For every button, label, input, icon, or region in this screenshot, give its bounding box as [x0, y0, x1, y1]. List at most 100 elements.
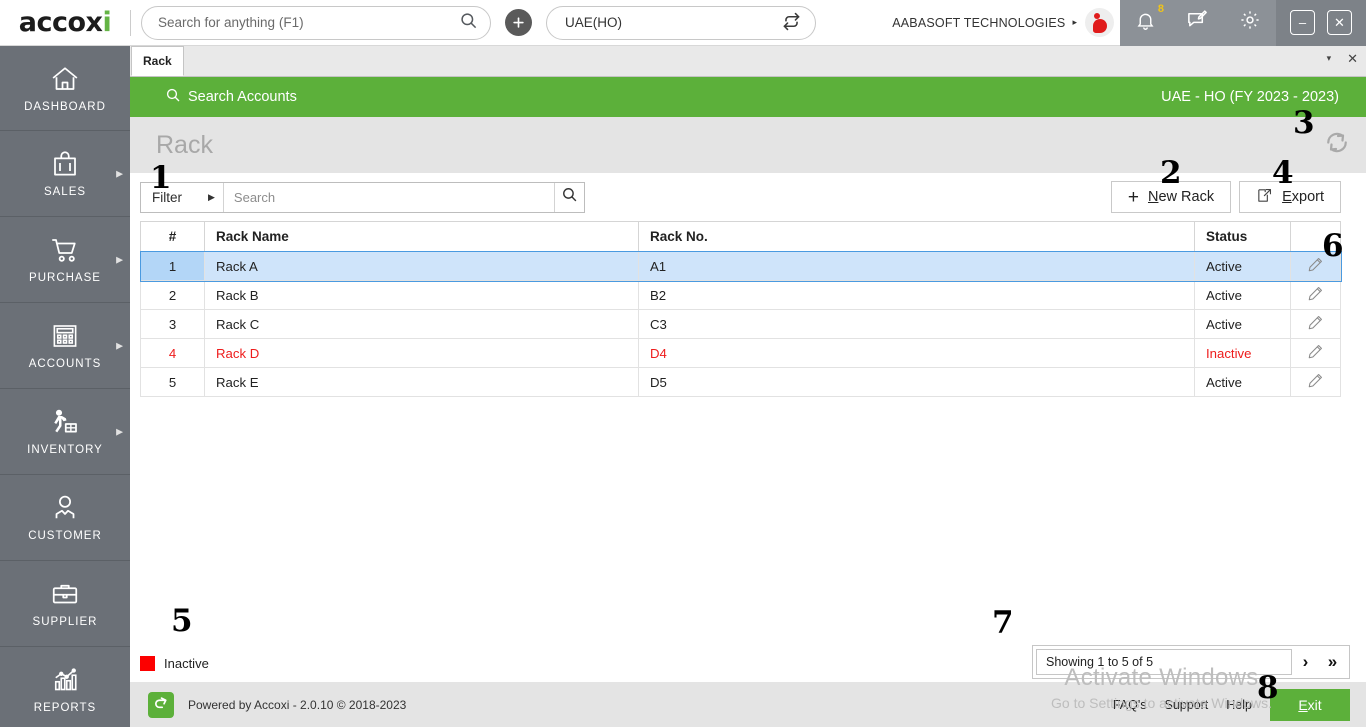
sidebar-item-supplier[interactable]: SUPPLIER — [0, 561, 130, 647]
cell-status: Active — [1194, 251, 1291, 281]
cell-index: 1 — [140, 251, 205, 281]
cell-rack-name: Rack A — [204, 251, 639, 281]
pencil-edit-icon[interactable] — [1307, 372, 1324, 392]
new-rack-accesskey: N — [1147, 189, 1159, 205]
quick-add-button[interactable] — [505, 9, 532, 36]
cell-actions — [1290, 309, 1341, 339]
exit-accesskey: E — [1298, 696, 1308, 713]
pencil-edit-icon[interactable] — [1307, 314, 1324, 334]
legend-inactive: Inactive — [140, 656, 209, 671]
cell-actions — [1290, 338, 1341, 368]
sidebar-item-accounts[interactable]: ACCOUNTS ▶ — [0, 303, 130, 389]
sidebar-item-label: DASHBOARD — [24, 100, 106, 113]
avatar[interactable] — [1085, 8, 1114, 37]
column-header-status[interactable]: Status — [1194, 221, 1291, 252]
search-accounts-bar: Search Accounts UAE - HO (FY 2023 - 2023… — [130, 77, 1366, 117]
calculator-icon — [50, 321, 80, 351]
notification-badge: 8 — [1157, 2, 1164, 15]
tab-close-icon[interactable]: ✕ — [1347, 52, 1358, 65]
search-accounts-label: Search Accounts — [188, 89, 297, 105]
icon-tray: 8 — [1120, 0, 1276, 46]
export-label: Export — [1282, 189, 1324, 205]
sidebar-item-label: ACCOUNTS — [28, 358, 102, 370]
tab-list-caret-icon[interactable]: ▾ — [1327, 53, 1332, 64]
last-page-button[interactable]: » — [1319, 648, 1346, 676]
app-logo: accox i — [0, 0, 130, 46]
sidebar-item-sales[interactable]: SALES ▶ — [0, 131, 130, 217]
app-logo-text: accox — [18, 7, 103, 38]
pencil-edit-icon[interactable] — [1307, 343, 1324, 363]
cell-rack-name: Rack C — [204, 309, 639, 339]
chevron-right-icon: ▶ — [116, 426, 123, 436]
switch-branch-icon[interactable] — [782, 12, 801, 34]
table-row[interactable]: 5 Rack E D5 Active — [140, 367, 1341, 397]
company-caret-icon[interactable]: ▸ — [1072, 17, 1077, 28]
pagination-showing: Showing 1 to 5 of 5 — [1036, 649, 1292, 675]
sidebar-item-inventory[interactable]: INVENTORY ▶ — [0, 389, 130, 475]
filter-search-group: Filter ▶ — [140, 181, 585, 213]
column-header-rack-name[interactable]: Rack Name — [204, 221, 639, 252]
cell-actions — [1290, 251, 1341, 281]
export-button[interactable]: Export — [1239, 181, 1341, 213]
pencil-edit-icon[interactable] — [1307, 285, 1324, 305]
sidebar-item-dashboard[interactable]: DASHBOARD — [0, 46, 130, 131]
bell-icon[interactable]: 8 — [1135, 3, 1164, 36]
main-area: Rack ▾ ✕ Search Accounts UAE - HO (FY 20… — [130, 46, 1366, 727]
exit-button[interactable]: Exit — [1270, 688, 1350, 721]
search-icon[interactable] — [459, 11, 478, 35]
minimize-button[interactable]: – — [1290, 10, 1315, 35]
cell-rack-no: D5 — [638, 367, 1195, 397]
cell-rack-no: D4 — [638, 338, 1195, 368]
sidebar-item-label: SUPPLIER — [32, 616, 98, 628]
company-area[interactable]: AABASOFT TECHNOLOGIES ▸ — [892, 0, 1120, 46]
avatar-mark-dot — [1094, 13, 1100, 19]
filter-label: Filter — [152, 189, 182, 205]
close-window-button[interactable]: ✕ — [1327, 10, 1352, 35]
sidebar-item-label: CUSTOMER — [28, 530, 102, 542]
export-accesskey: E — [1282, 189, 1292, 205]
branch-value: UAE(HO) — [565, 15, 622, 30]
refresh-icon[interactable] — [1322, 128, 1352, 163]
table-row[interactable]: 4 Rack D D4 Inactive — [140, 338, 1341, 368]
chevron-right-icon: ▶ — [116, 168, 123, 178]
next-page-button[interactable]: › — [1292, 648, 1319, 676]
filter-button[interactable]: Filter ▶ — [141, 182, 224, 212]
chevron-right-icon: ▶ — [208, 191, 215, 202]
gear-icon[interactable] — [1239, 9, 1261, 36]
briefcase-icon — [49, 579, 81, 609]
search-submit-button[interactable] — [553, 182, 584, 212]
message-icon[interactable] — [1186, 9, 1209, 37]
column-header-rack-no[interactable]: Rack No. — [638, 221, 1195, 252]
cell-index: 4 — [140, 338, 205, 368]
table-head: # Rack Name Rack No. Status — [140, 221, 1341, 252]
new-rack-label: New Rack — [1148, 189, 1214, 205]
cell-actions — [1290, 280, 1341, 310]
new-rack-button[interactable]: + New Rack — [1110, 181, 1232, 213]
toolbar-actions: + New Rack Export — [1110, 181, 1341, 213]
table-row[interactable]: 1 Rack A A1 Active — [139, 250, 1342, 282]
global-search-input[interactable] — [158, 15, 459, 30]
table-body: 1 Rack A A1 Active 2 Rack B B2 Active 3 Rack C C3 A… — [139, 250, 1342, 397]
help-link[interactable]: Help — [1226, 698, 1252, 712]
rack-table-wrapper: # Rack Name Rack No. Status 1 Rack A A1 Act… — [130, 221, 1366, 397]
avatar-mark-body — [1093, 19, 1107, 33]
search-input[interactable] — [223, 182, 554, 212]
bar-chart-icon — [49, 665, 81, 695]
support-link[interactable]: Support — [1165, 698, 1209, 712]
sidebar-item-purchase[interactable]: PURCHASE ▶ — [0, 217, 130, 303]
sidebar-item-reports[interactable]: REPORTS — [0, 647, 130, 727]
table-row[interactable]: 3 Rack C C3 Active — [140, 309, 1341, 339]
app-window: accoxi UAE(HO) — [0, 0, 1366, 727]
sidebar-item-customer[interactable]: CUSTOMER — [0, 475, 130, 561]
global-search-box[interactable] — [141, 5, 491, 40]
search-accounts-link[interactable]: Search Accounts — [165, 87, 297, 107]
pencil-edit-icon[interactable] — [1307, 256, 1324, 276]
legend-swatch — [140, 656, 155, 671]
export-rest: xport — [1291, 189, 1324, 205]
column-header-index[interactable]: # — [140, 221, 205, 252]
tab-rack[interactable]: Rack — [131, 46, 184, 76]
legend-label: Inactive — [164, 656, 209, 671]
table-row[interactable]: 2 Rack B B2 Active — [140, 280, 1341, 310]
branch-selector[interactable]: UAE(HO) — [546, 5, 816, 40]
faq-link[interactable]: FAQ's — [1113, 698, 1147, 712]
